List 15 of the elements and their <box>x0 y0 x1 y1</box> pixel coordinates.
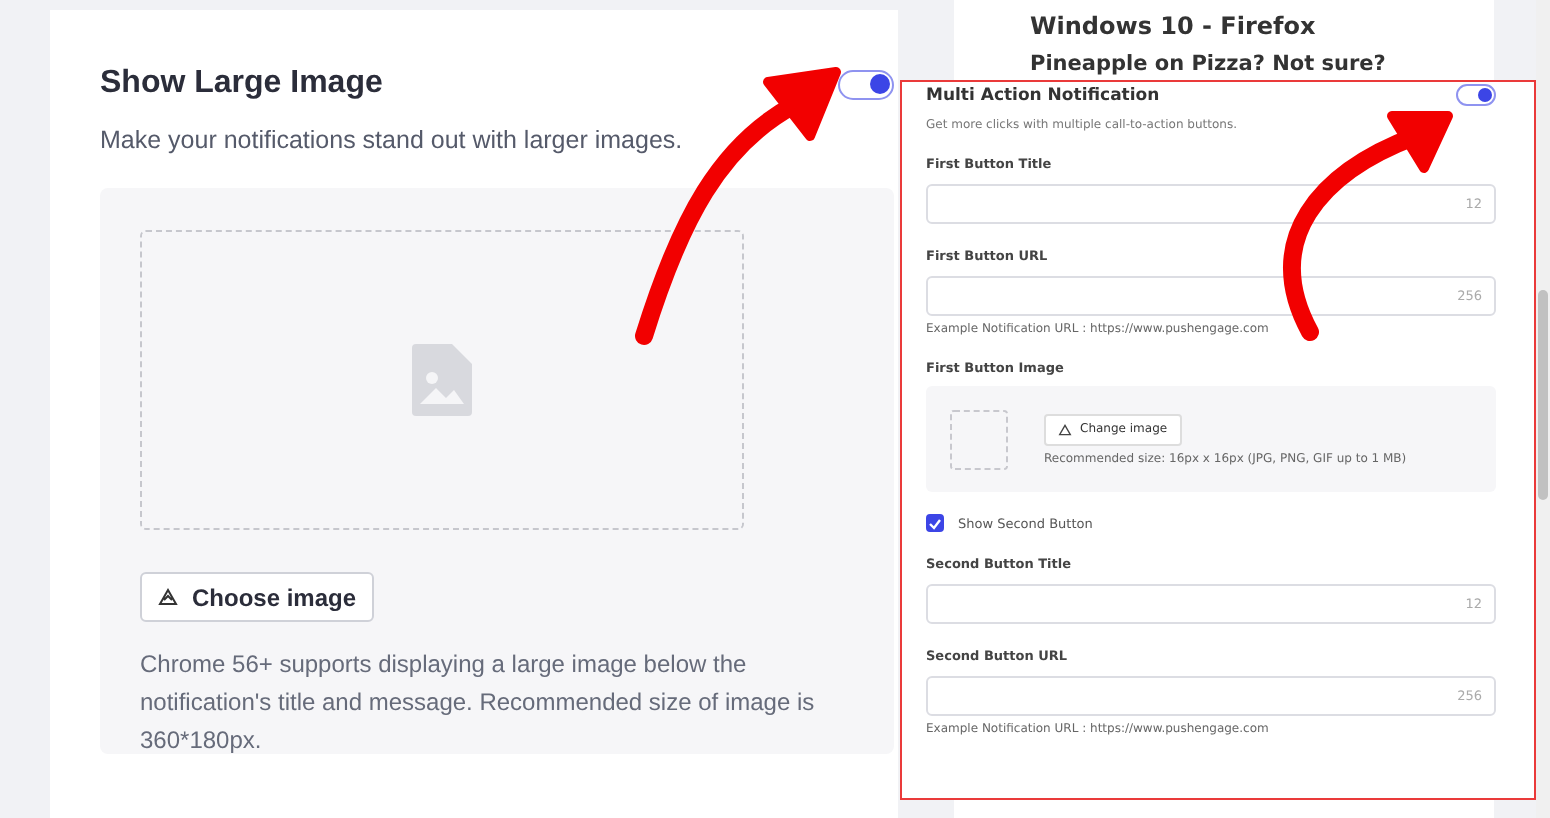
toggle-switch[interactable] <box>1456 84 1496 106</box>
upload-icon <box>158 588 178 606</box>
image-placeholder <box>950 409 1008 469</box>
checkbox[interactable] <box>926 514 944 532</box>
toggle-switch[interactable] <box>838 69 894 99</box>
notification-title: Pineapple on Pizza? Not sure? <box>1030 52 1388 76</box>
preview-title: Windows 10 - Firefox <box>1030 12 1318 40</box>
section-title: Show Large Image <box>100 66 383 102</box>
section-description: Make your notifications stand out with larger images. <box>100 126 685 154</box>
image-icon <box>412 344 472 416</box>
choose-image-button[interactable]: Choose image <box>140 572 375 622</box>
scrollbar[interactable] <box>1536 0 1550 818</box>
image-note: Chrome 56+ supports displaying a large image below the notification's title and message. Recommended size of image is 360*180px. <box>140 648 817 758</box>
popup-title: Multi Action Notification <box>926 85 1160 105</box>
upload-icon <box>1058 423 1072 435</box>
